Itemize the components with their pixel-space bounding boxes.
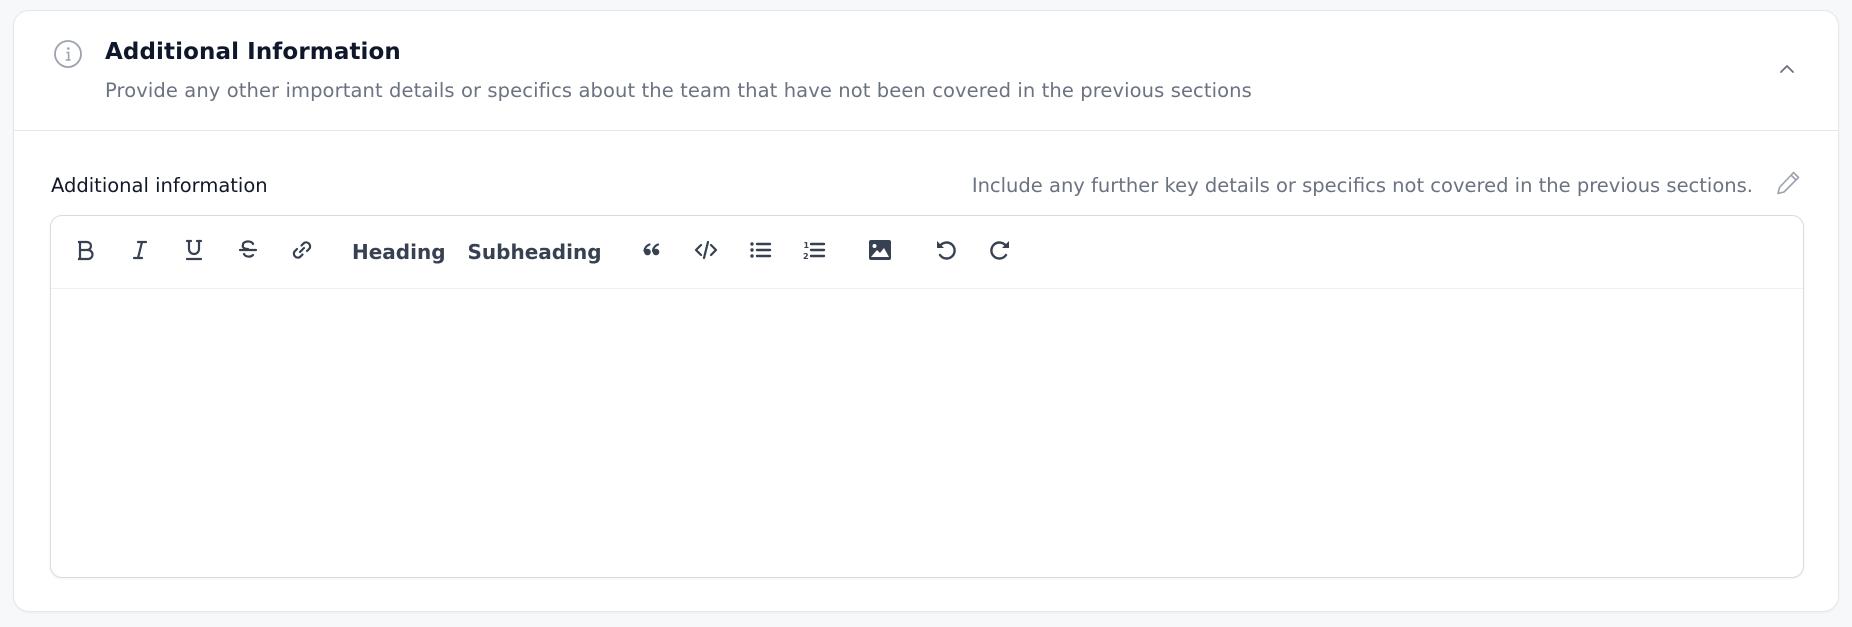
image-icon xyxy=(867,237,893,267)
redo-button[interactable] xyxy=(980,232,1020,272)
heading-button[interactable]: Heading xyxy=(348,232,450,272)
strikethrough-icon xyxy=(235,237,261,267)
italic-icon xyxy=(127,237,153,267)
rich-text-editor: Heading Subheading 1 2 xyxy=(50,215,1804,578)
bold-icon xyxy=(73,237,99,267)
bullet-list-button[interactable] xyxy=(740,232,780,272)
quote-icon xyxy=(639,237,665,267)
edit-button[interactable] xyxy=(1772,169,1804,201)
subheading-button[interactable]: Subheading xyxy=(464,232,606,272)
chevron-up-icon xyxy=(1777,59,1797,83)
additional-information-card: Additional Information Provide any other… xyxy=(13,10,1839,612)
redo-icon xyxy=(987,237,1013,267)
image-button[interactable] xyxy=(860,232,900,272)
underline-icon xyxy=(181,237,207,267)
field-label: Additional information xyxy=(51,174,268,197)
pencil-icon xyxy=(1774,169,1802,201)
code-icon xyxy=(693,237,719,267)
subheading-label: Subheading xyxy=(467,240,602,264)
field-hint: Include any further key details or speci… xyxy=(971,174,1753,197)
ordered-list-button[interactable]: 12 xyxy=(794,232,834,272)
code-button[interactable] xyxy=(686,232,726,272)
section-title: Additional Information xyxy=(105,39,401,65)
editor-content-area[interactable] xyxy=(51,290,1803,577)
section-subtitle: Provide any other important details or s… xyxy=(105,79,1252,102)
collapse-button[interactable] xyxy=(1772,56,1802,86)
link-icon xyxy=(289,237,315,267)
info-circle-icon xyxy=(52,38,84,70)
section-header[interactable]: Additional Information Provide any other… xyxy=(14,11,1838,131)
svg-text:2: 2 xyxy=(803,252,809,261)
svg-text:1: 1 xyxy=(803,241,809,250)
strikethrough-button[interactable] xyxy=(228,232,268,272)
ordered-list-icon: 12 xyxy=(801,237,827,267)
underline-button[interactable] xyxy=(174,232,214,272)
undo-button[interactable] xyxy=(926,232,966,272)
italic-button[interactable] xyxy=(120,232,160,272)
link-button[interactable] xyxy=(282,232,322,272)
blockquote-button[interactable] xyxy=(632,232,672,272)
undo-icon xyxy=(933,237,959,267)
bold-button[interactable] xyxy=(66,232,106,272)
bullet-list-icon xyxy=(747,237,773,267)
heading-label: Heading xyxy=(352,240,446,264)
editor-toolbar: Heading Subheading 1 2 xyxy=(51,216,1803,289)
